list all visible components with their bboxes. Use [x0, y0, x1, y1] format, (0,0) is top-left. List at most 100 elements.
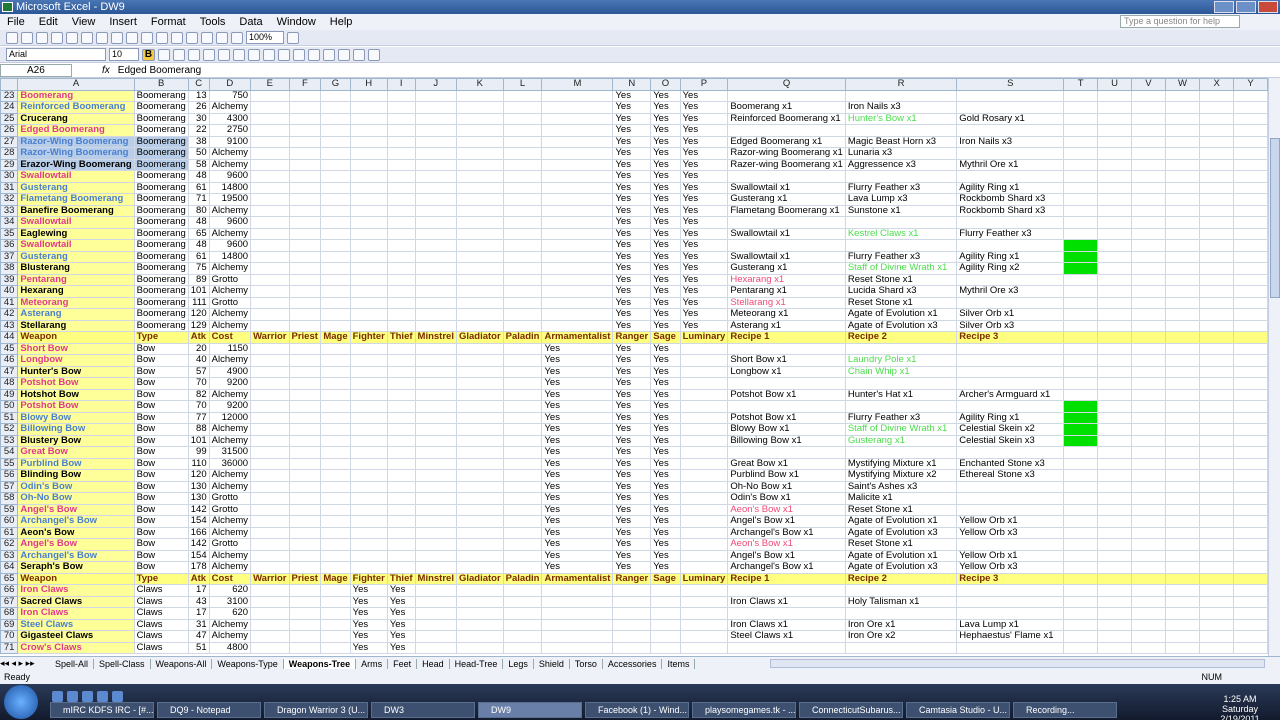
cell[interactable]	[1199, 630, 1235, 643]
cell[interactable]	[1233, 181, 1268, 194]
cell[interactable]: 1150	[208, 342, 252, 355]
cell[interactable]	[455, 641, 504, 654]
cell[interactable]	[1130, 147, 1166, 160]
cell[interactable]: Yes	[650, 308, 681, 321]
cell[interactable]	[288, 423, 322, 436]
row-header[interactable]: 47	[0, 365, 19, 378]
cell[interactable]	[1164, 147, 1201, 160]
cell[interactable]	[1164, 561, 1201, 574]
cell[interactable]	[386, 147, 416, 160]
header-cell[interactable]: Mage	[320, 572, 351, 585]
cell[interactable]	[1199, 538, 1235, 551]
cell[interactable]: Billowing Bow	[17, 423, 135, 436]
cell[interactable]	[349, 239, 388, 252]
header-cell[interactable]: Armamentalist	[541, 331, 614, 344]
cell[interactable]: Laundry Pole x1	[844, 354, 958, 367]
cell[interactable]: Gusterang x1	[727, 262, 846, 275]
cell[interactable]	[1199, 492, 1235, 505]
cell[interactable]: Yes	[386, 607, 416, 620]
cell[interactable]	[1097, 239, 1132, 252]
decrease-decimal-icon[interactable]	[308, 48, 320, 61]
cell[interactable]: Swallowtail x1	[727, 181, 846, 194]
cell[interactable]	[1097, 158, 1132, 171]
cell[interactable]	[1063, 434, 1099, 447]
cell[interactable]	[1233, 572, 1268, 585]
cell[interactable]	[541, 89, 614, 102]
cell[interactable]	[455, 273, 504, 286]
cell[interactable]: Iron Claws	[17, 584, 135, 597]
cell[interactable]	[1063, 354, 1099, 367]
cell[interactable]	[288, 400, 322, 413]
cell[interactable]: Longbow x1	[727, 365, 846, 378]
cell[interactable]	[502, 469, 543, 482]
cell[interactable]	[1063, 147, 1099, 160]
cell[interactable]	[502, 365, 543, 378]
row-header[interactable]: 41	[0, 296, 19, 309]
cut-icon[interactable]	[81, 31, 93, 44]
cell[interactable]: 50	[187, 147, 210, 160]
cell[interactable]	[288, 354, 322, 367]
cell[interactable]	[1164, 469, 1201, 482]
cell[interactable]	[320, 515, 351, 528]
column-header[interactable]: Q	[727, 78, 846, 91]
cell[interactable]: Yes	[612, 147, 652, 160]
cell[interactable]	[288, 135, 322, 148]
cell[interactable]	[1199, 469, 1235, 482]
cell[interactable]: Steel Claws x1	[727, 630, 846, 643]
cell[interactable]: Boomerang	[133, 112, 189, 125]
currency-icon[interactable]	[248, 48, 260, 61]
cell[interactable]	[288, 262, 322, 275]
cell[interactable]	[1063, 193, 1099, 206]
close-button[interactable]	[1258, 1, 1278, 13]
cell[interactable]: Yes	[541, 446, 614, 459]
cell[interactable]	[320, 595, 351, 608]
cell[interactable]	[455, 135, 504, 148]
column-header[interactable]: S	[956, 78, 1065, 91]
zoom-select[interactable]: 100%	[246, 31, 284, 44]
cell[interactable]	[1097, 584, 1132, 597]
cell[interactable]	[455, 561, 504, 574]
cell[interactable]	[455, 239, 504, 252]
cell[interactable]	[956, 377, 1065, 390]
cell[interactable]: Yes	[679, 181, 729, 194]
cell[interactable]	[288, 204, 322, 217]
taskbar-button[interactable]: playsomegames.tk - ...	[692, 702, 796, 718]
cell[interactable]: Alchemy	[208, 158, 252, 171]
header-cell[interactable]: Recipe 1	[727, 331, 846, 344]
cell[interactable]: 14800	[208, 250, 252, 263]
cell[interactable]	[1199, 377, 1235, 390]
help-icon[interactable]	[287, 31, 299, 44]
cell[interactable]	[455, 595, 504, 608]
cell[interactable]	[414, 354, 457, 367]
cell[interactable]	[414, 515, 457, 528]
cell[interactable]	[541, 135, 614, 148]
row-header[interactable]: 25	[0, 112, 19, 125]
cell[interactable]	[414, 250, 457, 263]
cell[interactable]	[320, 503, 351, 516]
cell[interactable]: Yes	[612, 262, 652, 275]
column-header[interactable]: K	[455, 78, 504, 91]
cell[interactable]	[386, 515, 416, 528]
cell[interactable]	[250, 365, 290, 378]
cell[interactable]	[1164, 584, 1201, 597]
cell[interactable]: Bow	[133, 365, 189, 378]
merge-icon[interactable]	[233, 48, 245, 61]
cell[interactable]: Claws	[133, 584, 189, 597]
cell[interactable]: Archangel's Bow	[17, 549, 135, 562]
cell[interactable]	[320, 216, 351, 229]
cell[interactable]	[1130, 170, 1166, 183]
cell[interactable]	[1097, 515, 1132, 528]
cell[interactable]: Lucida Shard x3	[844, 285, 958, 298]
cell[interactable]: Alchemy	[208, 549, 252, 562]
cell[interactable]: Yes	[612, 170, 652, 183]
cell[interactable]: 40	[187, 354, 210, 367]
cell[interactable]	[414, 607, 457, 620]
cell[interactable]	[1063, 377, 1099, 390]
cell[interactable]	[956, 492, 1065, 505]
header-cell[interactable]: Recipe 3	[956, 572, 1065, 585]
cell[interactable]	[250, 434, 290, 447]
cell[interactable]	[250, 411, 290, 424]
cell[interactable]	[502, 285, 543, 298]
fill-color-icon[interactable]	[353, 48, 365, 61]
cell[interactable]: Bow	[133, 492, 189, 505]
